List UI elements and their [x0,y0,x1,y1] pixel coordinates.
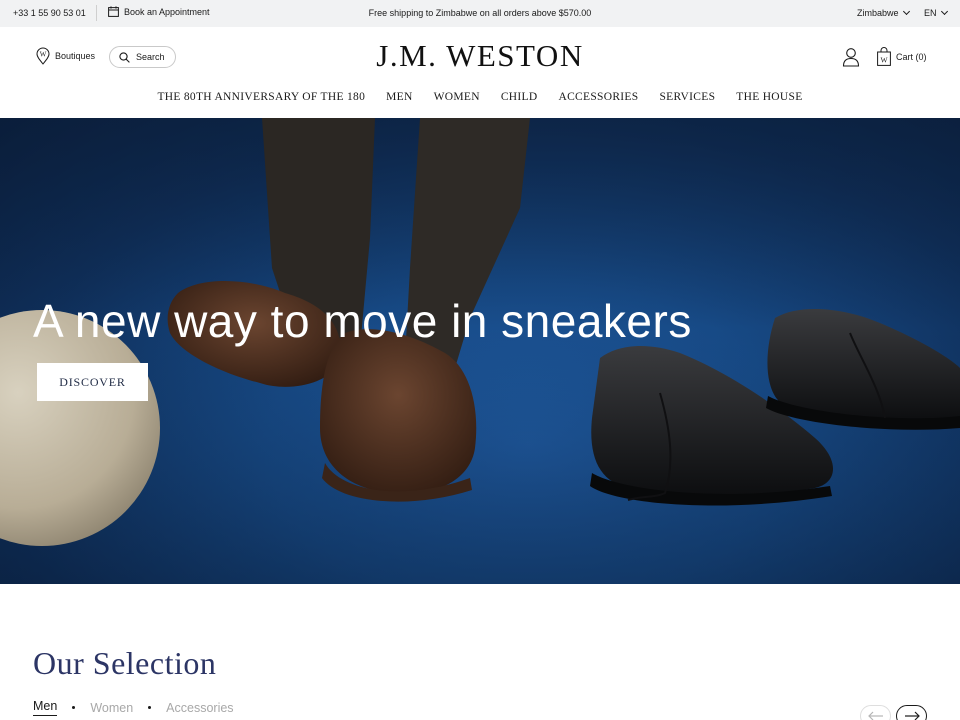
site-header: W Boutiques Search J.M. WESTON W Cart (0… [0,27,960,118]
language-label: EN [924,8,937,18]
nav-item-child[interactable]: CHILD [501,91,538,103]
hero-image [0,118,960,584]
discover-button[interactable]: DISCOVER [37,363,148,401]
divider [96,5,97,21]
section-title: Our Selection [33,645,217,681]
language-selector[interactable]: EN [924,7,948,18]
hero-title: A new way to move in sneakers [33,295,692,347]
brand-logo[interactable]: J.M. WESTON [376,38,583,73]
top-utility-bar: +33 1 55 90 53 01 Book an Appointment Fr… [0,0,960,27]
tab-separator [148,706,152,709]
search-label: Search [136,52,165,62]
search-icon [119,51,130,63]
search-button[interactable]: Search [109,46,176,68]
calendar-icon [108,6,119,17]
arrow-left-icon [867,711,883,720]
cart-button[interactable]: W Cart (0) [877,47,927,66]
boutiques-link[interactable]: W Boutiques [36,47,95,65]
phone-number-link[interactable]: +33 1 55 90 53 01 [13,8,86,18]
store-locator-icon: W [36,47,50,65]
country-label: Zimbabwe [857,8,899,18]
carousel-controls [860,705,927,720]
nav-item-services[interactable]: SERVICES [659,91,715,103]
hero-banner[interactable]: A new way to move in sneakers DISCOVER [0,118,960,584]
tab-men[interactable]: Men [33,699,58,716]
user-icon [842,48,860,67]
tab-accessories[interactable]: Accessories [166,701,233,715]
book-appointment-link[interactable]: Book an Appointment [108,6,210,17]
tab-women[interactable]: Women [90,701,133,715]
nav-item-men[interactable]: MEN [386,91,412,103]
nav-item-anniversary[interactable]: THE 80TH ANNIVERSARY OF THE 180 [157,91,365,103]
account-button[interactable] [842,47,860,72]
chevron-down-icon [940,7,948,16]
nav-item-accessories[interactable]: ACCESSORIES [558,91,638,103]
cart-label: Cart (0) [896,51,927,62]
shopping-bag-icon: W [877,47,891,66]
svg-text:W: W [880,56,888,65]
tab-separator [72,706,76,709]
svg-text:W: W [40,51,47,59]
book-appointment-label: Book an Appointment [124,6,210,17]
main-navigation: THE 80TH ANNIVERSARY OF THE 180 MEN WOME… [0,91,960,103]
nav-item-women[interactable]: WOMEN [434,91,480,103]
selection-tabs: Men Women Accessories [33,699,234,716]
boutiques-label: Boutiques [55,51,96,61]
country-selector[interactable]: Zimbabwe [857,7,910,18]
chevron-down-icon [902,7,910,16]
arrow-right-icon [904,711,920,720]
carousel-next-button[interactable] [896,705,927,720]
carousel-prev-button[interactable] [860,705,891,720]
nav-item-the-house[interactable]: THE HOUSE [736,91,802,103]
